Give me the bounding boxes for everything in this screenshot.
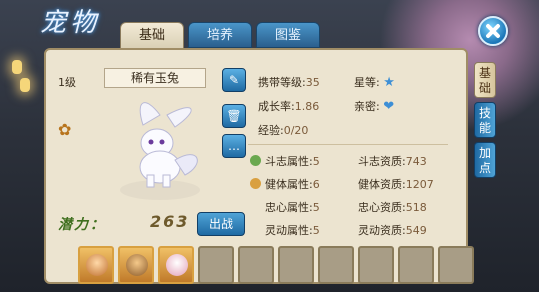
section-divider xyxy=(248,144,448,145)
attr-label: 健体属性: xyxy=(265,178,313,191)
attr-value: 5 xyxy=(312,201,320,214)
pet-avatar xyxy=(86,254,108,276)
body-icon xyxy=(250,178,261,189)
brush-icon[interactable]: ✎ xyxy=(222,68,246,92)
apt-label: 斗志资质: xyxy=(358,155,406,168)
close-icon[interactable] xyxy=(478,16,508,46)
pet-slot-empty[interactable] xyxy=(278,246,314,284)
attr-value: 6 xyxy=(312,178,320,191)
exp-stat: 经验:0/20 xyxy=(258,122,308,138)
apt-label: 健体资质: xyxy=(358,178,406,191)
potential-label: 潜力： xyxy=(58,217,106,233)
attr-label: 忠心属性: xyxy=(265,201,313,214)
apt-row-morale: 斗志资质:743 xyxy=(358,153,427,169)
star-label: 星等: xyxy=(354,76,380,89)
apt-value: 518 xyxy=(405,201,427,214)
trash-icon[interactable]: 🗑 xyxy=(222,104,246,128)
attr-row-morale: 斗志属性:5 xyxy=(250,153,320,169)
apt-label: 忠心资质: xyxy=(358,201,406,214)
heart-icon: ❤ xyxy=(383,99,395,114)
side-tab-skills[interactable]: 技能 xyxy=(474,102,496,138)
pouch-icon[interactable]: ✿ xyxy=(58,120,71,139)
carry-level-value: 35 xyxy=(305,76,320,89)
pet-slot-empty[interactable] xyxy=(398,246,434,284)
pet-slot-empty[interactable] xyxy=(438,246,474,284)
attr-row-body: 健体属性:6 xyxy=(250,176,320,192)
star-icon: ★ xyxy=(383,75,395,90)
morale-icon xyxy=(250,155,261,166)
intimacy-label: 亲密: xyxy=(354,100,380,113)
pet-portrait xyxy=(120,102,200,200)
pet-slot-empty[interactable] xyxy=(358,246,394,284)
pet-avatar xyxy=(126,254,148,276)
pet-slot[interactable] xyxy=(158,246,194,284)
exp-value: 0/20 xyxy=(283,124,309,137)
attr-value: 5 xyxy=(312,155,320,168)
growth-label: 成长率: xyxy=(258,100,295,113)
pet-avatar xyxy=(166,254,188,276)
apt-label: 灵动资质: xyxy=(358,224,406,237)
chat-icon[interactable]: … xyxy=(222,134,246,158)
pet-slot-empty[interactable] xyxy=(238,246,274,284)
side-tab-basic[interactable]: 基础 xyxy=(474,62,496,98)
apt-value: 1207 xyxy=(405,178,434,191)
tab-train[interactable]: 培养 xyxy=(188,22,252,48)
intimacy-stat: 亲密: ❤ xyxy=(354,98,394,114)
attr-value: 5 xyxy=(312,224,320,237)
attr-row-agility: 灵动属性:5 xyxy=(265,222,320,238)
pet-slot-empty[interactable] xyxy=(318,246,354,284)
deploy-button[interactable]: 出战 xyxy=(197,212,245,236)
growth-value: 1.86 xyxy=(294,100,320,113)
lantern-decoration xyxy=(20,78,30,92)
carry-level-stat: 携带等级:35 xyxy=(258,74,320,90)
pet-slot[interactable] xyxy=(118,246,154,284)
tab-bar: 基础 培养 图鉴 xyxy=(120,22,320,50)
lantern-decoration xyxy=(12,60,22,74)
pet-slot[interactable] xyxy=(78,246,114,284)
attr-row-loyalty: 忠心属性:5 xyxy=(265,199,320,215)
apt-row-body: 健体资质:1207 xyxy=(358,176,434,192)
growth-stat: 成长率:1.86 xyxy=(258,98,319,114)
potential-value: 263 xyxy=(150,212,190,231)
apt-value: 549 xyxy=(405,224,427,237)
star-stat: 星等: ★ xyxy=(354,74,395,90)
pet-slot-empty[interactable] xyxy=(198,246,234,284)
window-title: 宠物 xyxy=(40,8,101,38)
apt-row-agility: 灵动资质:549 xyxy=(358,222,427,238)
carry-level-label: 携带等级: xyxy=(258,76,306,89)
apt-value: 743 xyxy=(405,155,427,168)
pet-level: 1级 xyxy=(58,76,76,89)
attr-label: 灵动属性: xyxy=(265,224,313,237)
side-tab-points[interactable]: 加点 xyxy=(474,142,496,178)
tab-basic[interactable]: 基础 xyxy=(120,22,184,50)
exp-label: 经验: xyxy=(258,124,284,137)
attr-label: 斗志属性: xyxy=(265,155,313,168)
pet-name-field[interactable]: 稀有玉兔 xyxy=(104,68,206,88)
apt-row-loyalty: 忠心资质:518 xyxy=(358,199,427,215)
tab-catalog[interactable]: 图鉴 xyxy=(256,22,320,48)
